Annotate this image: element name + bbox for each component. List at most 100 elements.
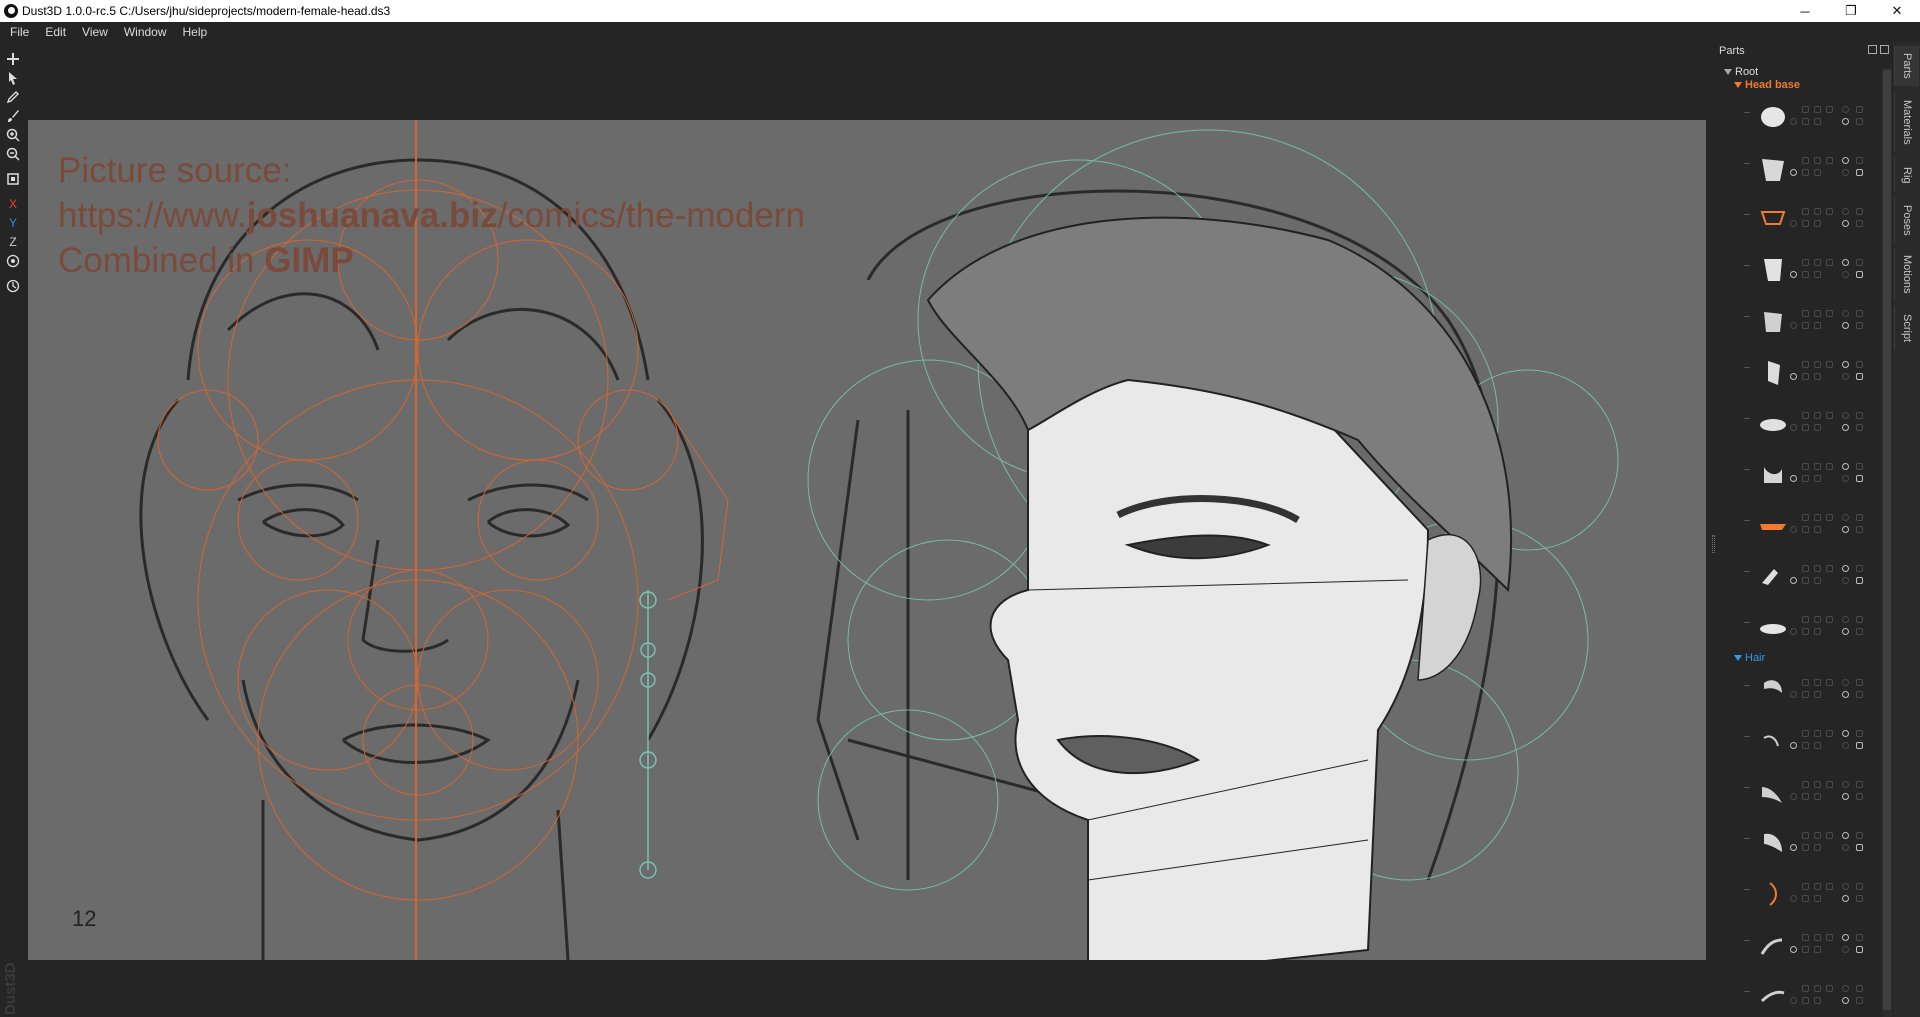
lock-toggle-button[interactable] [1814, 310, 1821, 317]
hair-part-row[interactable] [1744, 973, 1880, 1017]
deform-toggle-button[interactable] [1814, 742, 1821, 749]
xmirror-toggle-button[interactable] [1790, 424, 1797, 431]
rounded-toggle-button[interactable] [1802, 742, 1809, 749]
color-picker-button[interactable] [1856, 208, 1863, 215]
lock-toggle-button[interactable] [1814, 985, 1821, 992]
rounded-toggle-button[interactable] [1802, 946, 1809, 953]
xmirror-toggle-button[interactable] [1790, 997, 1797, 1004]
color-picker-button[interactable] [1856, 412, 1863, 419]
visibility-toggle-button[interactable] [1802, 616, 1809, 623]
mirror-toggle-button[interactable] [1842, 730, 1849, 737]
group-head-base[interactable]: Head base [1734, 79, 1800, 91]
color-picker-button[interactable] [1856, 514, 1863, 521]
subdivide-toggle-button[interactable] [1826, 985, 1833, 992]
visibility-toggle-button[interactable] [1802, 412, 1809, 419]
chamfer-toggle-button[interactable] [1856, 424, 1863, 431]
deform-toggle-button[interactable] [1814, 220, 1821, 227]
color-picker-button[interactable] [1856, 832, 1863, 839]
group-hair[interactable]: Hair [1734, 652, 1765, 664]
xmirror-toggle-button[interactable] [1790, 118, 1797, 125]
chamfer-toggle-button[interactable] [1856, 271, 1863, 278]
subdivide-toggle-button[interactable] [1826, 514, 1833, 521]
rounded-toggle-button[interactable] [1802, 118, 1809, 125]
deform-toggle-button[interactable] [1814, 946, 1821, 953]
chamfer-toggle-button[interactable] [1856, 628, 1863, 635]
lock-toggle-button[interactable] [1814, 565, 1821, 572]
head-base-part-row[interactable] [1744, 553, 1880, 603]
wrap-toggle-button[interactable] [1842, 742, 1849, 749]
y-axis-toggle[interactable]: Y [4, 214, 22, 232]
rounded-toggle-button[interactable] [1802, 424, 1809, 431]
rounded-toggle-button[interactable] [1802, 997, 1809, 1004]
xmirror-toggle-button[interactable] [1790, 691, 1797, 698]
rounded-toggle-button[interactable] [1802, 844, 1809, 851]
xmirror-toggle-button[interactable] [1790, 628, 1797, 635]
tab-motions[interactable]: Motions [1894, 248, 1919, 300]
visibility-toggle-button[interactable] [1802, 781, 1809, 788]
wrap-toggle-button[interactable] [1842, 424, 1849, 431]
head-base-part-row[interactable] [1744, 502, 1880, 552]
visibility-toggle-button[interactable] [1802, 514, 1809, 521]
visibility-toggle-button[interactable] [1802, 985, 1809, 992]
tab-rig[interactable]: Rig [1894, 158, 1919, 192]
lock-toggle-button[interactable] [1814, 106, 1821, 113]
xmirror-toggle-button[interactable] [1790, 793, 1797, 800]
lock-toggle-button[interactable] [1814, 514, 1821, 521]
rounded-toggle-button[interactable] [1802, 475, 1809, 482]
deform-toggle-button[interactable] [1814, 322, 1821, 329]
close-panel-button[interactable] [1880, 45, 1889, 54]
tree-root[interactable]: Root [1724, 66, 1758, 78]
menu-edit[interactable]: Edit [36, 25, 73, 39]
deform-toggle-button[interactable] [1814, 169, 1821, 176]
visibility-toggle-button[interactable] [1802, 157, 1809, 164]
deform-toggle-button[interactable] [1814, 526, 1821, 533]
lock-toggle-button[interactable] [1814, 412, 1821, 419]
wrap-toggle-button[interactable] [1842, 946, 1849, 953]
regenerate-button[interactable] [4, 277, 22, 295]
color-picker-button[interactable] [1856, 679, 1863, 686]
paint-tool-button[interactable] [4, 88, 22, 106]
visibility-toggle-button[interactable] [1802, 259, 1809, 266]
mirror-toggle-button[interactable] [1842, 310, 1849, 317]
visibility-toggle-button[interactable] [1802, 832, 1809, 839]
rounded-toggle-button[interactable] [1802, 373, 1809, 380]
mirror-toggle-button[interactable] [1842, 934, 1849, 941]
chamfer-toggle-button[interactable] [1856, 526, 1863, 533]
lock-toggle-button[interactable] [1814, 157, 1821, 164]
color-picker-button[interactable] [1856, 985, 1863, 992]
chamfer-toggle-button[interactable] [1856, 475, 1863, 482]
color-picker-button[interactable] [1856, 463, 1863, 470]
rounded-toggle-button[interactable] [1802, 169, 1809, 176]
subdivide-toggle-button[interactable] [1826, 106, 1833, 113]
hair-part-row[interactable] [1744, 667, 1880, 717]
xmirror-toggle-button[interactable] [1790, 220, 1797, 227]
subdivide-toggle-button[interactable] [1826, 730, 1833, 737]
chamfer-toggle-button[interactable] [1856, 220, 1863, 227]
hair-part-row[interactable] [1744, 820, 1880, 870]
deform-toggle-button[interactable] [1814, 691, 1821, 698]
color-picker-button[interactable] [1856, 310, 1863, 317]
xmirror-toggle-button[interactable] [1790, 526, 1797, 533]
tab-parts[interactable]: Parts [1894, 46, 1919, 86]
subdivide-toggle-button[interactable] [1826, 832, 1833, 839]
wrap-toggle-button[interactable] [1842, 997, 1849, 1004]
wrap-toggle-button[interactable] [1842, 271, 1849, 278]
head-base-part-row[interactable] [1744, 145, 1880, 195]
subdivide-toggle-button[interactable] [1826, 259, 1833, 266]
color-picker-button[interactable] [1856, 157, 1863, 164]
brush-tool-button[interactable] [4, 107, 22, 125]
deform-toggle-button[interactable] [1814, 997, 1821, 1004]
rounded-toggle-button[interactable] [1802, 322, 1809, 329]
visibility-toggle-button[interactable] [1802, 463, 1809, 470]
parts-scrollbar-thumb[interactable] [1883, 70, 1891, 1010]
head-base-part-row[interactable] [1744, 604, 1880, 654]
hair-part-row[interactable] [1744, 718, 1880, 768]
menu-file[interactable]: File [0, 25, 36, 39]
visibility-toggle-button[interactable] [1802, 934, 1809, 941]
xmirror-toggle-button[interactable] [1790, 373, 1797, 380]
chamfer-toggle-button[interactable] [1856, 997, 1863, 1004]
mirror-toggle-button[interactable] [1842, 883, 1849, 890]
lock-toggle-button[interactable] [1814, 259, 1821, 266]
wrap-toggle-button[interactable] [1842, 844, 1849, 851]
mirror-toggle-button[interactable] [1842, 832, 1849, 839]
